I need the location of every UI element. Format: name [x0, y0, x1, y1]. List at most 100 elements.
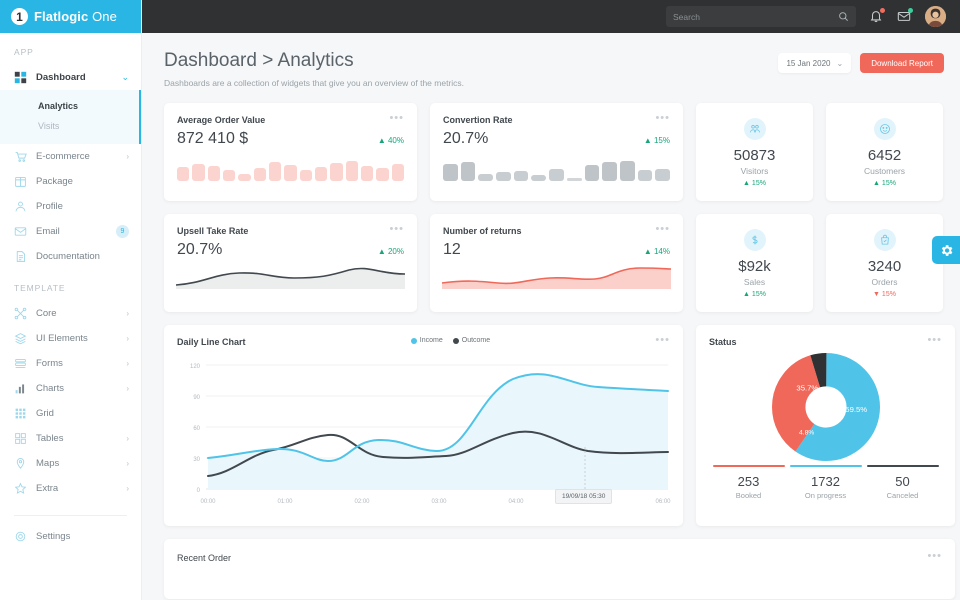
- more-options-icon[interactable]: •••: [655, 337, 670, 344]
- card-header: Status •••: [696, 325, 955, 347]
- search-icon[interactable]: [838, 11, 849, 22]
- more-options-icon[interactable]: •••: [389, 115, 404, 122]
- card-header: Recent Order •••: [164, 539, 955, 563]
- page-subtitle: Dashboards are a collection of widgets t…: [164, 78, 464, 88]
- visitors-people-icon: [749, 123, 761, 135]
- sidebar-subitem-analytics[interactable]: Analytics: [0, 96, 141, 116]
- metric-values: 20.7% ▲ 15%: [430, 125, 683, 148]
- sidebar-subitem-visits[interactable]: Visits: [0, 116, 141, 136]
- card-title: Status: [709, 337, 737, 347]
- sparkline-bars: [430, 157, 683, 181]
- card-title: Recent Order: [177, 553, 231, 563]
- chevron-right-icon: ›: [126, 152, 129, 161]
- stat-delta: ▲ 15%: [743, 180, 766, 187]
- sidebar-section-template: TEMPLATE: [0, 269, 141, 301]
- sidebar-item-label: Forms: [36, 358, 117, 369]
- svg-text:60: 60: [193, 426, 200, 432]
- more-options-icon[interactable]: •••: [655, 226, 670, 233]
- legend-label: Canceled: [867, 491, 939, 500]
- layers-icon: [14, 332, 27, 345]
- card-title: Daily Line Chart: [177, 337, 246, 347]
- stat-card-visitors: 50873 Visitors ▲ 15%: [696, 103, 813, 201]
- dashboard-grid: Average Order Value ••• 872 410 $ ▲ 40%: [164, 103, 944, 526]
- tables-icon: [14, 432, 27, 445]
- chart-tooltip: 19/09/18 05:30: [555, 489, 612, 504]
- shopping-bag-icon: [879, 234, 891, 246]
- more-options-icon[interactable]: •••: [655, 115, 670, 122]
- sidebar-item-ecommerce[interactable]: E-commerce ›: [0, 144, 141, 169]
- notifications-button[interactable]: [869, 9, 884, 24]
- dashboard-submenu: Analytics Visits: [0, 90, 141, 144]
- metric-value: 872 410 $: [177, 130, 248, 148]
- card-header: Average Order Value •••: [164, 103, 417, 125]
- mail-button[interactable]: [897, 9, 912, 24]
- stat-label: Orders: [872, 277, 898, 287]
- date-range-select[interactable]: 15 Jan 2020 ⌄: [778, 53, 851, 73]
- stats-row-2: $92k Sales ▲ 15% 3240 Orders: [696, 214, 955, 312]
- chevron-right-icon: ›: [126, 484, 129, 493]
- sparkline-area-chart: [430, 259, 683, 289]
- gear-icon[interactable]: [939, 243, 954, 258]
- legend-item-income[interactable]: Income: [411, 337, 443, 344]
- sidebar-item-email[interactable]: Email 9: [0, 219, 141, 244]
- shopping-bag-icon: [874, 229, 896, 251]
- main-area: Dashboard > Analytics Dashboards are a c…: [142, 0, 960, 600]
- search-input[interactable]: [673, 12, 833, 22]
- brand-name: Flatlogic One: [34, 9, 117, 24]
- brand-logo-area[interactable]: 1 Flatlogic One: [0, 0, 141, 33]
- grid-squares-icon: [14, 71, 27, 84]
- donut-label-booked: 35.7%: [796, 383, 818, 392]
- metric-values: 20.7% ▲ 20%: [164, 236, 417, 259]
- line-chart-plot: 120 90 60 30 0: [164, 347, 683, 512]
- sidebar-divider: [14, 515, 127, 516]
- line-chart-svg: 120 90 60 30 0: [168, 355, 673, 507]
- flatlogic-logo-icon: 1: [11, 8, 28, 25]
- more-options-icon[interactable]: •••: [389, 226, 404, 233]
- chevron-right-icon: ›: [126, 459, 129, 468]
- legend-value: 50: [867, 474, 939, 489]
- metric-value: 20.7%: [177, 241, 222, 259]
- date-range-label: 15 Jan 2020: [786, 59, 830, 68]
- stat-value: $92k: [738, 258, 771, 275]
- user-avatar[interactable]: [925, 6, 946, 27]
- sidebar-item-documentation[interactable]: Documentation: [0, 244, 141, 269]
- sparkline-bars: [164, 157, 417, 181]
- stat-value: 50873: [734, 147, 776, 164]
- sidebar-item-tables[interactable]: Tables ›: [0, 426, 141, 451]
- sidebar-item-label: Core: [36, 308, 117, 319]
- sidebar-item-charts[interactable]: Charts ›: [0, 376, 141, 401]
- metric-card-upsell-take-rate: Upsell Take Rate ••• 20.7% ▲ 20%: [164, 214, 417, 312]
- sidebar-item-forms[interactable]: Forms ›: [0, 351, 141, 376]
- sidebar-item-package[interactable]: Package: [0, 169, 141, 194]
- sidebar-item-label: Extra: [36, 483, 117, 494]
- sidebar-item-settings[interactable]: Settings: [0, 524, 141, 549]
- card-title: Upsell Take Rate: [177, 226, 248, 236]
- sidebar-item-grid[interactable]: Grid: [0, 401, 141, 426]
- svg-text:03:00: 03:00: [431, 499, 447, 505]
- legend-item-outcome[interactable]: Outcome: [453, 337, 490, 344]
- sparkline-area-chart: [164, 259, 417, 289]
- sidebar-item-extra[interactable]: Extra ›: [0, 476, 141, 501]
- sidebar-item-ui-elements[interactable]: UI Elements ›: [0, 326, 141, 351]
- sidebar-item-dashboard[interactable]: Dashboard ⌄: [0, 65, 141, 90]
- right-column: 50873 Visitors ▲ 15% 6452 Customer: [696, 103, 955, 526]
- chevron-right-icon: ›: [126, 334, 129, 343]
- mail-dot: [908, 8, 913, 13]
- avatar[interactable]: [925, 6, 946, 27]
- sidebar-item-core[interactable]: Core ›: [0, 301, 141, 326]
- metrics-row-1: Average Order Value ••• 872 410 $ ▲ 40%: [164, 103, 683, 201]
- chevron-down-icon: ⌄: [836, 59, 843, 68]
- settings-fab-button[interactable]: [932, 236, 960, 264]
- sidebar-item-maps[interactable]: Maps ›: [0, 451, 141, 476]
- download-report-button[interactable]: Download Report: [860, 53, 944, 73]
- metric-delta: ▲ 15%: [644, 136, 670, 145]
- status-legend-canceled: 50 Canceled: [867, 465, 939, 500]
- more-options-icon[interactable]: •••: [927, 553, 942, 560]
- search-box[interactable]: [666, 6, 856, 27]
- legend-color-bar: [713, 465, 785, 467]
- more-options-icon[interactable]: •••: [927, 337, 942, 344]
- status-legend-booked: 253 Booked: [713, 465, 785, 500]
- sidebar-item-profile[interactable]: Profile: [0, 194, 141, 219]
- sidebar-item-label: Grid: [36, 408, 129, 419]
- metric-value: 12: [443, 241, 461, 259]
